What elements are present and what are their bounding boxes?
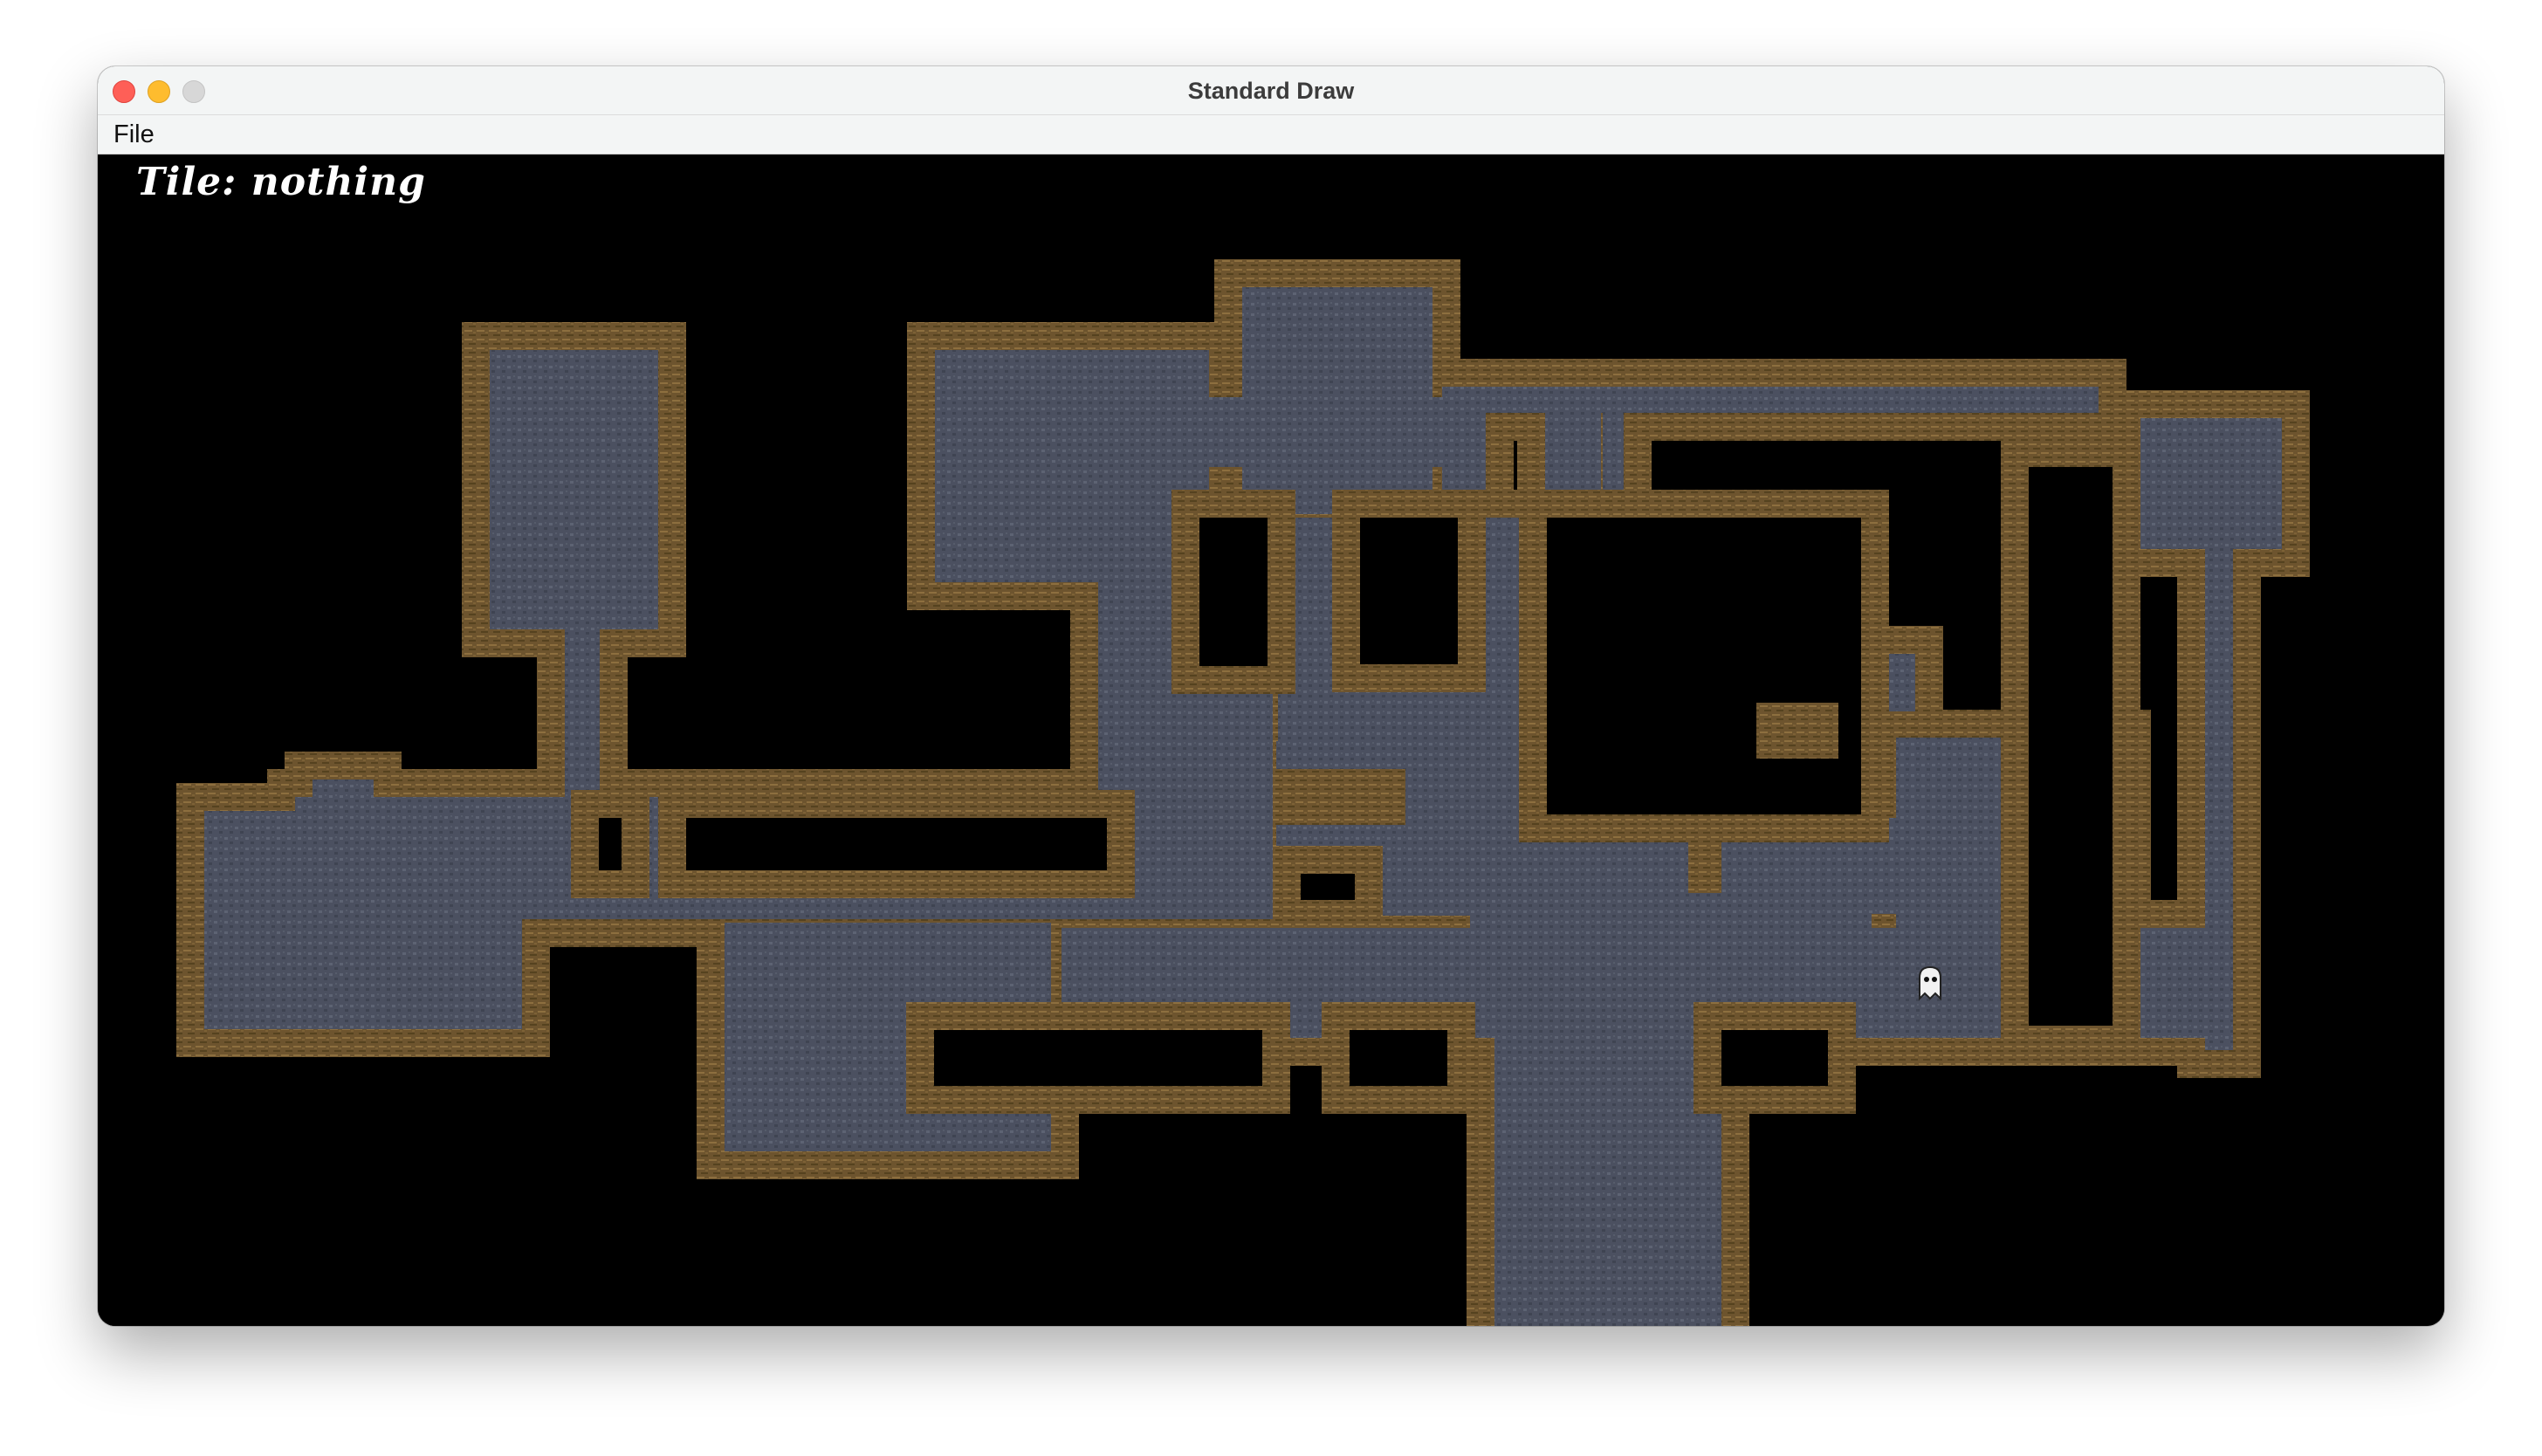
floor-tile bbox=[490, 350, 658, 629]
floor-tile bbox=[2140, 418, 2282, 549]
void-tile bbox=[1199, 518, 1268, 666]
void-tile bbox=[686, 818, 1107, 870]
player-avatar-icon bbox=[1919, 965, 1941, 1001]
wall-tile bbox=[1756, 703, 1838, 759]
floor-tile bbox=[1494, 928, 1721, 1326]
floor-tile bbox=[935, 350, 1209, 582]
void-tile bbox=[599, 818, 622, 870]
file-menu[interactable]: File bbox=[113, 120, 155, 149]
wall-tile bbox=[1273, 769, 1405, 825]
window-title: Standard Draw bbox=[1187, 78, 1355, 104]
menu-bar: File bbox=[98, 115, 2444, 155]
void-tile bbox=[934, 1030, 1262, 1086]
floor-tile bbox=[313, 780, 374, 832]
floor-tiles bbox=[204, 287, 2282, 1326]
floor-tile bbox=[1442, 387, 2099, 413]
void-tile bbox=[2029, 467, 2113, 1026]
void-tile bbox=[1350, 1030, 1447, 1086]
app-window: Standard Draw File Tile: nothing bbox=[98, 66, 2444, 1326]
void-tile bbox=[1360, 518, 1458, 664]
dungeon-map bbox=[176, 259, 2310, 1326]
void-tile bbox=[1547, 518, 1861, 814]
tile-info-label: Tile: nothing bbox=[136, 160, 426, 204]
floor-tile bbox=[1242, 287, 1432, 514]
floor-tile bbox=[204, 811, 522, 1029]
title-bar[interactable]: Standard Draw bbox=[98, 66, 2444, 115]
void-tile bbox=[1721, 1030, 1828, 1086]
game-canvas[interactable]: Tile: nothing bbox=[98, 155, 2444, 1326]
